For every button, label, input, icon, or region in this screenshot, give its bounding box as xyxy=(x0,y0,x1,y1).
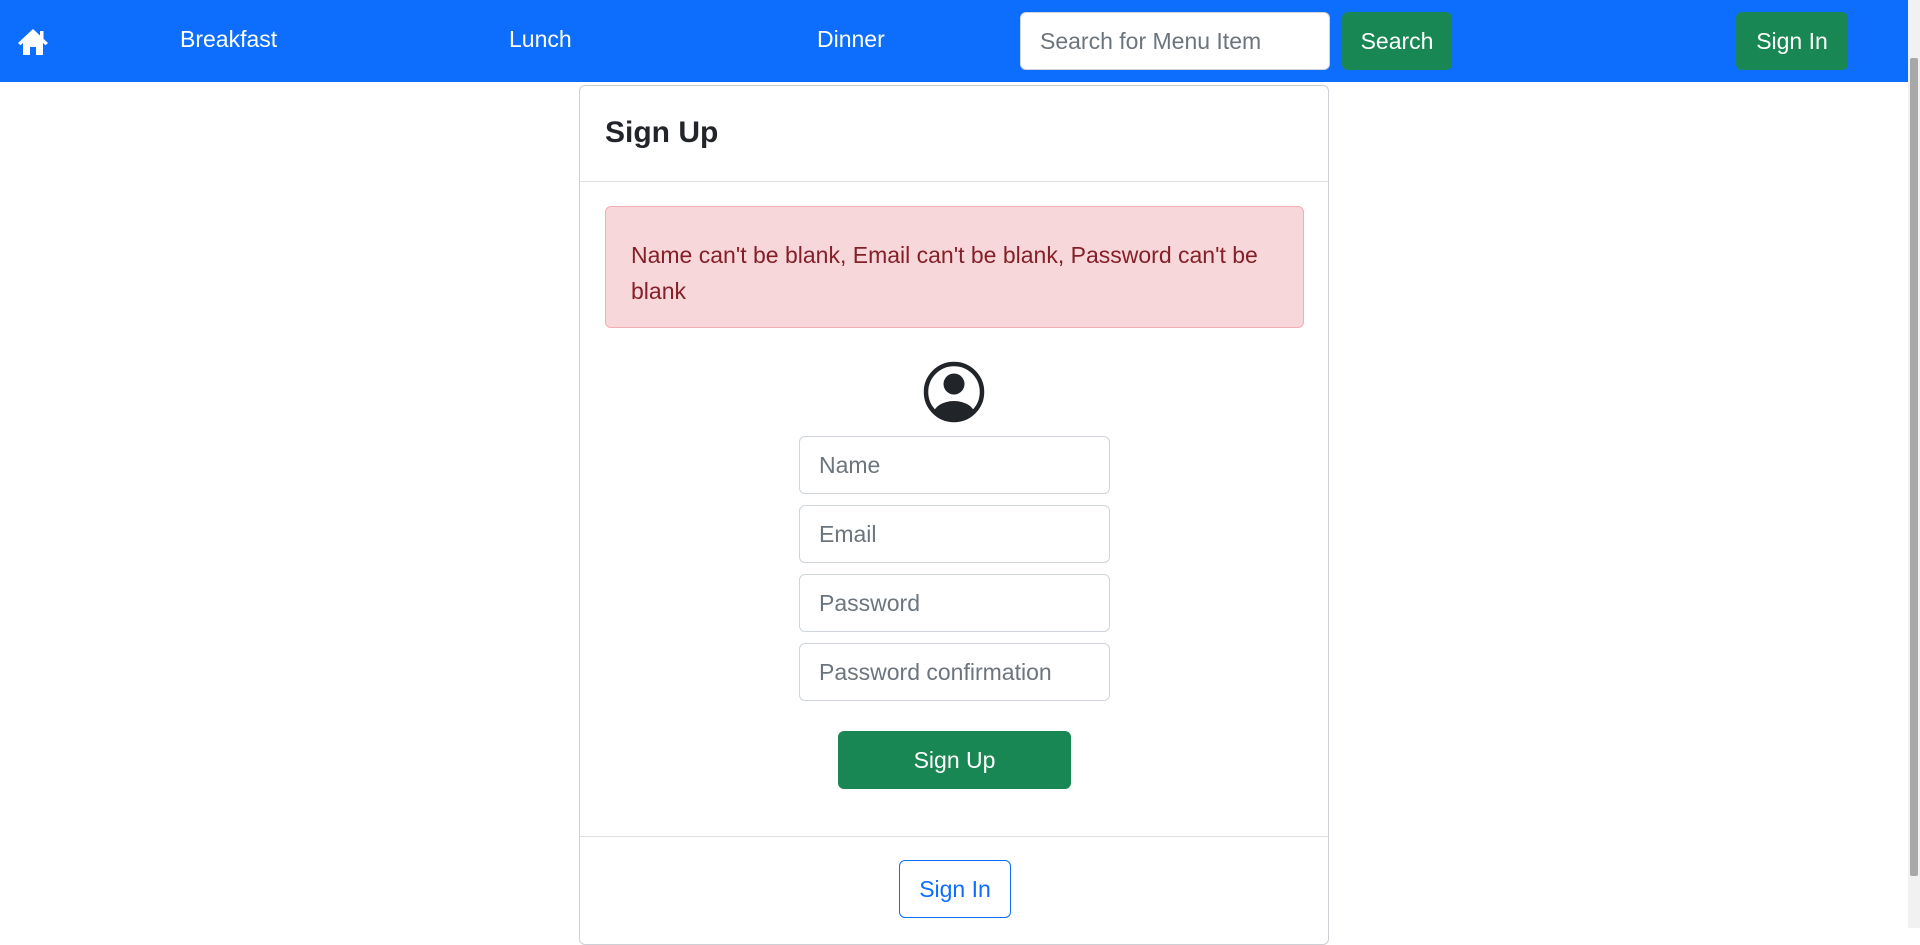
search-button[interactable]: Search xyxy=(1342,12,1452,70)
sign-up-button[interactable]: Sign Up xyxy=(838,731,1071,789)
password-field[interactable] xyxy=(799,574,1110,632)
page-title: Sign Up xyxy=(605,116,719,149)
card-footer-divider xyxy=(580,836,1328,837)
error-alert: Name can't be blank, Email can't be blan… xyxy=(605,206,1304,328)
search-input[interactable] xyxy=(1020,12,1330,70)
scrollbar-thumb[interactable] xyxy=(1910,58,1918,876)
card-header: Sign Up xyxy=(580,86,1328,182)
nav-link-breakfast[interactable]: Breakfast xyxy=(180,26,277,53)
nav-link-lunch[interactable]: Lunch xyxy=(509,26,572,53)
person-circle-icon xyxy=(923,361,985,423)
home-link[interactable] xyxy=(17,27,49,57)
sign-up-card: Sign Up Name can't be blank, Email can't… xyxy=(579,85,1329,945)
nav-sign-in-button[interactable]: Sign In xyxy=(1736,12,1848,70)
email-field[interactable] xyxy=(799,505,1110,563)
name-field[interactable] xyxy=(799,436,1110,494)
top-navbar: Breakfast Lunch Dinner Search Sign In xyxy=(0,0,1908,82)
password-confirmation-field[interactable] xyxy=(799,643,1110,701)
footer-sign-in-button[interactable]: Sign In xyxy=(899,860,1011,918)
nav-link-dinner[interactable]: Dinner xyxy=(817,26,885,53)
house-icon xyxy=(18,29,48,55)
